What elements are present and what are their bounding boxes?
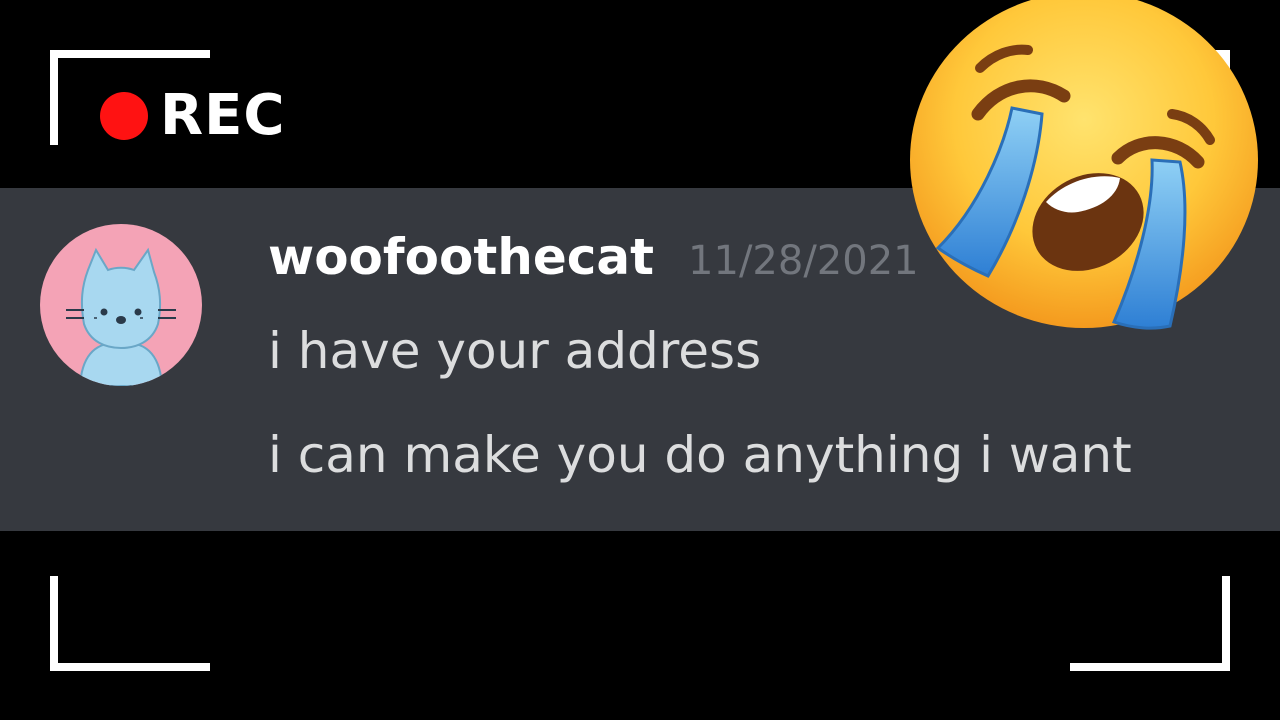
- message-text-line: i can make you do anything i want: [268, 426, 1132, 484]
- viewfinder-corner-bottom-right: [1070, 576, 1230, 671]
- video-thumbnail-frame: REC woofoothecat 11/28/2021 i have your …: [0, 0, 1280, 720]
- message-header: woofoothecat 11/28/2021: [268, 232, 919, 282]
- loudly-crying-face-icon: [908, 0, 1260, 336]
- recording-indicator: REC: [100, 88, 285, 144]
- message-text-line: i have your address: [268, 322, 762, 380]
- record-dot-icon: [100, 92, 148, 140]
- rec-label: REC: [160, 83, 286, 148]
- viewfinder-corner-bottom-left: [50, 576, 210, 671]
- cat-avatar-icon[interactable]: [40, 224, 202, 386]
- username[interactable]: woofoothecat: [268, 232, 654, 282]
- message-timestamp: 11/28/2021: [688, 238, 919, 284]
